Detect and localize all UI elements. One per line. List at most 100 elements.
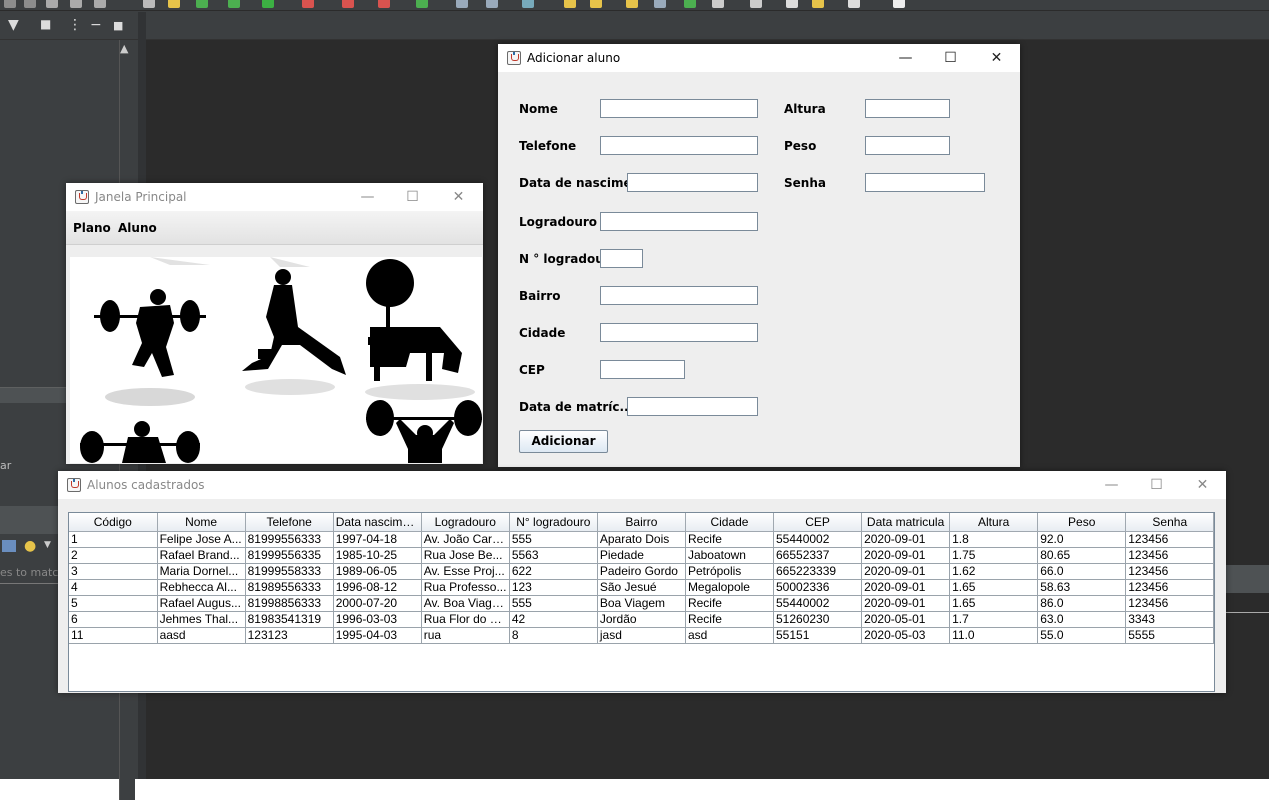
table-cell[interactable]: 2020-09-01 [861,563,951,580]
toolbar-icon[interactable] [70,0,82,8]
table-cell[interactable]: 11 [69,627,158,644]
close-button[interactable]: ✕ [974,44,1019,72]
table-cell[interactable]: 123 [509,579,598,596]
maximize-panel-icon[interactable]: ■ [113,19,123,32]
cep-field[interactable] [600,360,685,379]
altura-field[interactable] [865,99,950,118]
logradouro-field[interactable] [600,212,758,231]
table-cell[interactable]: 50002336 [773,579,863,596]
table-cell[interactable]: Rua Flor do S... [421,611,510,628]
table-cell[interactable]: 2000-07-20 [333,595,422,612]
table-cell[interactable]: 5563 [509,547,598,564]
table-row[interactable]: 5 Rafael Augus... 81998856333 2000-07-20 Av.… [69,595,1214,612]
senha-field[interactable] [865,173,985,192]
more-icon[interactable]: ⋮ [68,17,82,33]
column-header[interactable]: Senha [1125,513,1214,532]
peso-field[interactable] [865,136,950,155]
nome-field[interactable] [600,99,758,118]
table-cell[interactable]: Av. Esse Proj... [421,563,510,580]
table-cell[interactable]: 55440002 [773,595,863,612]
table-cell[interactable]: Rafael Augus... [157,595,246,612]
run-icon[interactable] [262,0,274,8]
table-cell[interactable]: 622 [509,563,598,580]
table-cell[interactable]: 55.0 [1037,627,1127,644]
search-input[interactable]: es to matc [0,566,58,584]
table-cell[interactable]: Rebhecca Al... [157,579,246,596]
column-header[interactable]: Cidade [685,513,775,532]
toolbar-icon[interactable] [24,0,36,8]
table-cell[interactable]: 55151 [773,627,863,644]
table-cell[interactable]: 5 [69,595,158,612]
table-cell[interactable]: Felipe Jose A... [157,531,246,548]
close-button[interactable]: ✕ [436,183,481,211]
table-cell[interactable]: rua [421,627,510,644]
table-cell[interactable]: Recife [685,531,775,548]
toolbar-icon[interactable] [4,0,16,8]
column-header[interactable]: Data matricula [861,513,951,532]
group-icon[interactable]: ■ [40,17,51,31]
table-cell[interactable]: 86.0 [1037,595,1127,612]
table-cell[interactable]: 1997-04-18 [333,531,422,548]
lightbulb-icon[interactable]: ● [24,538,36,554]
toolbar-icon[interactable] [416,0,428,8]
table-cell[interactable]: Megalopole [685,579,775,596]
toolbar-icon[interactable] [228,0,240,8]
table-cell[interactable]: 1.8 [949,531,1039,548]
table-cell[interactable]: 2 [69,547,158,564]
table-cell[interactable]: Aparato Dois [597,531,686,548]
menu-plano[interactable]: Plano [73,221,111,235]
table-cell[interactable]: 1.62 [949,563,1039,580]
bairro-field[interactable] [600,286,758,305]
toolbar-icon[interactable] [342,0,354,8]
table-row[interactable]: 2 Rafael Brand... 81999556335 1985-10-25 Rua… [69,547,1214,564]
toolbar-icon[interactable] [812,0,824,8]
close-button[interactable]: ✕ [1180,471,1225,499]
table-cell[interactable]: Rua Jose Be... [421,547,510,564]
table-cell[interactable]: 1989-06-05 [333,563,422,580]
table-cell[interactable]: 123123 [245,627,334,644]
toolbar-icon[interactable] [46,0,58,8]
toolbar-icon[interactable] [750,0,762,8]
toolbar-icon[interactable] [522,0,534,8]
maximize-button[interactable]: ☐ [390,183,435,211]
column-header[interactable]: Peso [1037,513,1127,532]
table-row[interactable]: 1 Felipe Jose A... 81999556333 1997-04-18 Av… [69,531,1214,548]
toolbar-icon[interactable] [626,0,638,8]
table-cell[interactable]: 42 [509,611,598,628]
filter-icon[interactable]: ▼ [8,17,19,33]
view-icon[interactable] [2,540,16,552]
table-cell[interactable]: 8 [509,627,598,644]
column-header[interactable]: Código [69,513,158,532]
table-cell[interactable]: 66.0 [1037,563,1127,580]
table-cell[interactable]: 11.0 [949,627,1039,644]
toolbar-icon[interactable] [143,0,155,8]
table-cell[interactable]: Av. João Card... [421,531,510,548]
table-cell[interactable]: Jehmes Thal... [157,611,246,628]
column-header[interactable]: CEP [773,513,863,532]
chevron-down-icon[interactable]: ▼ [44,540,51,550]
toolbar-icon[interactable] [196,0,208,8]
table-cell[interactable]: 2020-09-01 [861,547,951,564]
add-student-titlebar[interactable]: Adicionar aluno — ☐ ✕ [498,44,1020,72]
table-cell[interactable]: 2020-09-01 [861,531,951,548]
table-cell[interactable]: 555 [509,595,598,612]
table-cell[interactable]: 665223339 [773,563,863,580]
maximize-button[interactable]: ☐ [1134,471,1179,499]
table-cell[interactable]: 1 [69,531,158,548]
data-matricula-field[interactable] [627,397,758,416]
forward-icon[interactable] [848,0,860,8]
menu-aluno[interactable]: Aluno [118,221,157,235]
minimize-button[interactable]: — [345,183,390,211]
table-cell[interactable]: 2020-05-03 [861,627,951,644]
table-cell[interactable]: 55440002 [773,531,863,548]
table-cell[interactable]: 4 [69,579,158,596]
table-cell[interactable]: 1995-04-03 [333,627,422,644]
table-cell[interactable]: 92.0 [1037,531,1127,548]
table-cell[interactable]: 6 [69,611,158,628]
scroll-up-icon[interactable]: ▲ [120,42,128,55]
maximize-button[interactable]: ☐ [928,44,973,72]
table-cell[interactable]: 123456 [1125,595,1214,612]
table-cell[interactable]: Rafael Brand... [157,547,246,564]
students-titlebar[interactable]: Alunos cadastrados — ☐ ✕ [58,471,1226,499]
table-cell[interactable]: 81999556335 [245,547,334,564]
